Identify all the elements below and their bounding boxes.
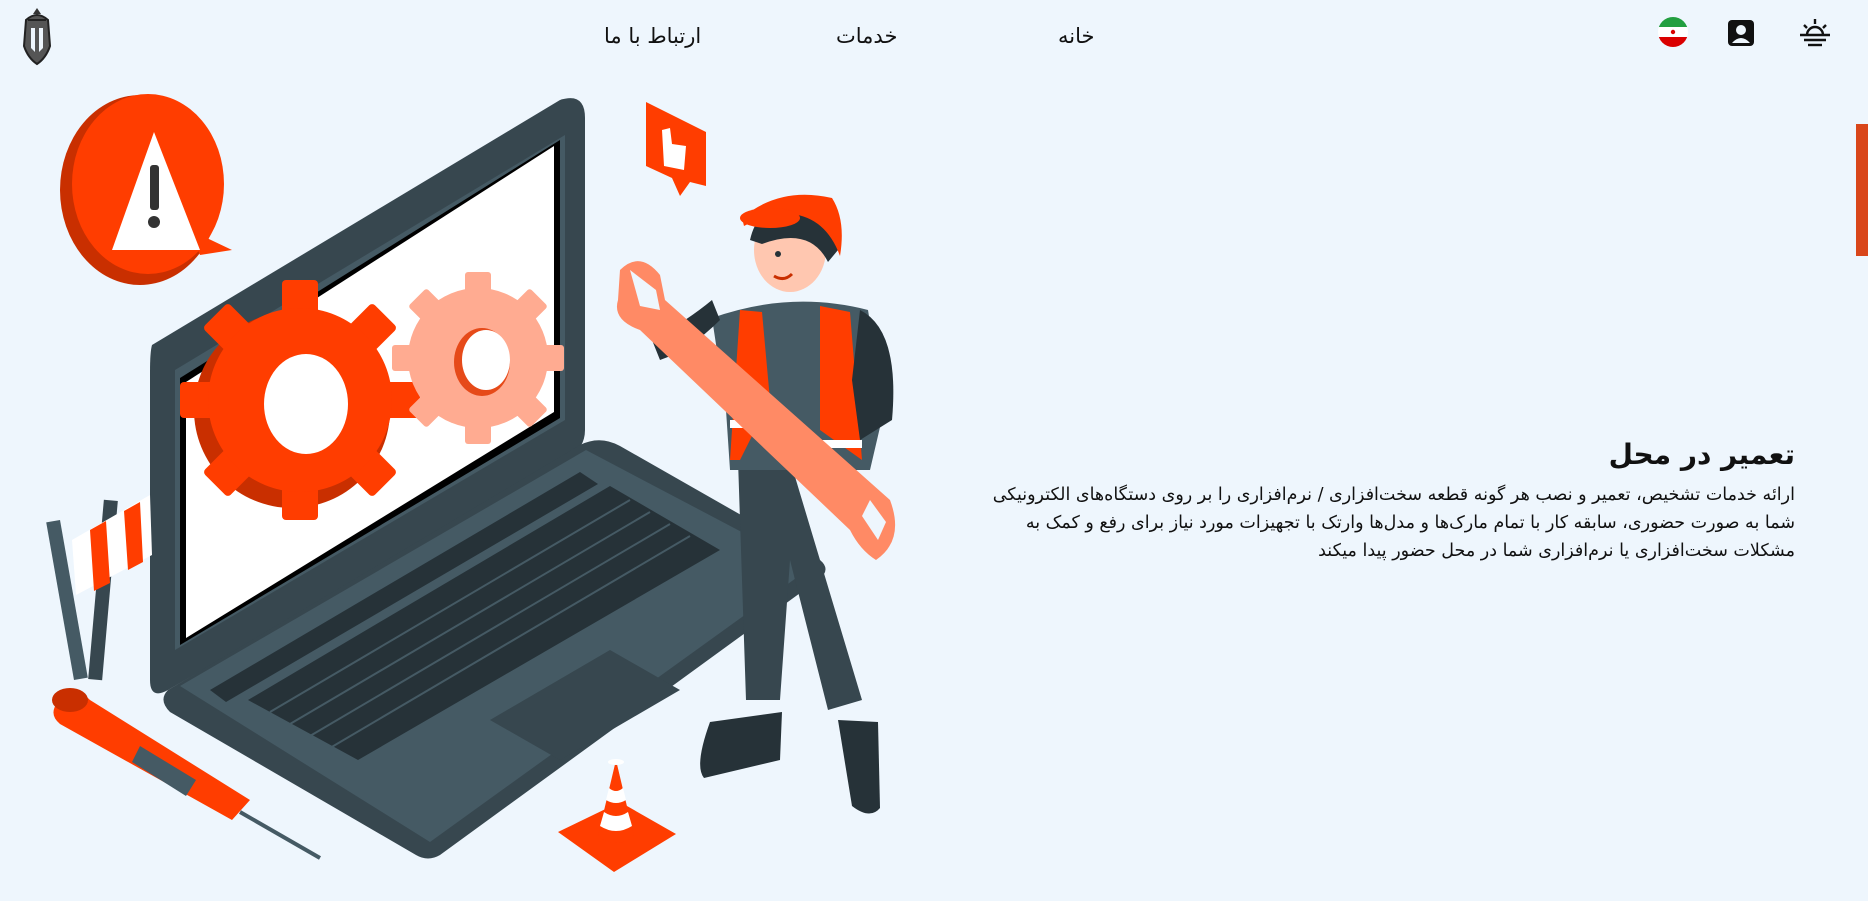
nav-services-link[interactable]: خدمات bbox=[836, 24, 897, 48]
nav-contact-link[interactable]: ارتباط با ما bbox=[604, 24, 701, 48]
warning-bubble-icon bbox=[60, 94, 232, 285]
iran-flag-icon[interactable] bbox=[1658, 17, 1688, 47]
user-profile-icon[interactable] bbox=[1726, 18, 1756, 48]
header: ارتباط با ما خدمات خانه bbox=[0, 0, 1868, 80]
small-gear-icon bbox=[392, 272, 564, 444]
sunset-icon[interactable] bbox=[1798, 16, 1832, 50]
traffic-cone-icon bbox=[558, 759, 676, 872]
barricade-icon bbox=[46, 495, 152, 681]
hero-section: تعمیر در محل ارائه خدمات تشخیص، تعمیر و … bbox=[975, 438, 1795, 565]
spartan-helmet-logo[interactable] bbox=[16, 6, 58, 68]
hero-description: ارائه خدمات تشخیص، تعمیر و نصب هر گونه ق… bbox=[992, 485, 1795, 561]
side-tab[interactable] bbox=[1856, 124, 1868, 256]
thumbs-up-badge-icon bbox=[646, 102, 706, 196]
hero-title: تعمیر در محل bbox=[1608, 438, 1795, 471]
large-gear-icon bbox=[180, 280, 420, 520]
nav-home-link[interactable]: خانه bbox=[1058, 24, 1094, 48]
repair-illustration bbox=[0, 80, 960, 897]
